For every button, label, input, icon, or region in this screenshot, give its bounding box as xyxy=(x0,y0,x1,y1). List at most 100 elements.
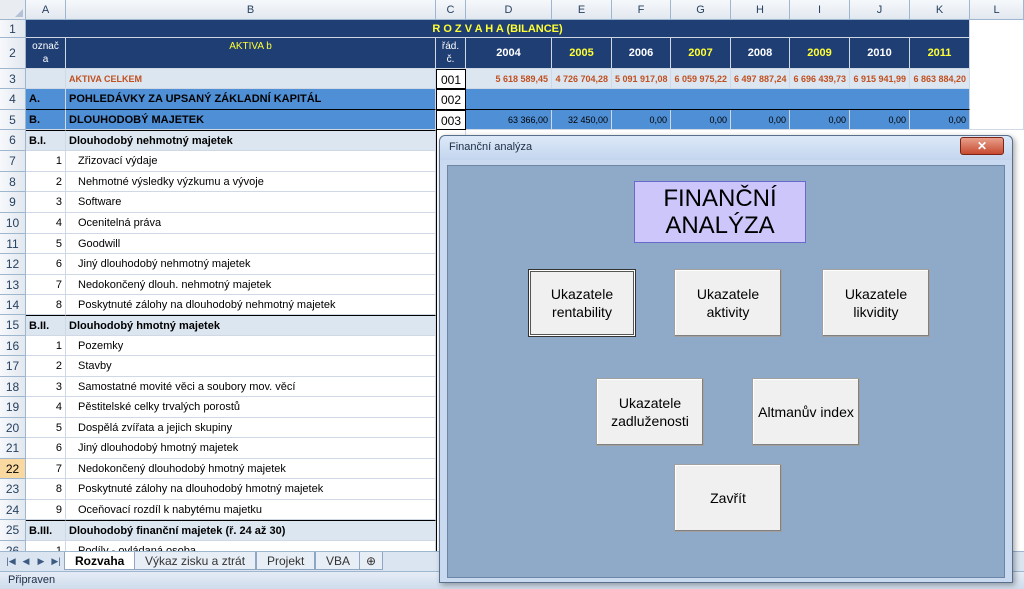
row-header-selected[interactable]: 22 xyxy=(0,459,26,479)
row-label[interactable]: Nehmotné výsledky výzkumu a vývoje xyxy=(66,172,436,192)
value-cell[interactable]: 0,00 xyxy=(612,110,671,130)
close-button[interactable]: Zavřít xyxy=(674,464,782,532)
sheet-tab-vba[interactable]: VBA xyxy=(315,552,362,570)
row-header[interactable]: 26 xyxy=(0,541,26,551)
column-header-i[interactable]: I xyxy=(790,0,850,20)
row-header[interactable]: 10 xyxy=(0,213,26,234)
column-header-l[interactable]: L xyxy=(970,0,1024,20)
row-number[interactable]: 3 xyxy=(26,192,66,213)
altman-index-button[interactable]: Altmanův index xyxy=(752,378,860,446)
row-number[interactable]: 5 xyxy=(26,234,66,254)
row-label[interactable]: Pozemky xyxy=(66,336,436,356)
row-code[interactable]: 001 xyxy=(436,69,466,89)
row-header[interactable]: 12 xyxy=(0,254,26,275)
row-header[interactable]: 24 xyxy=(0,500,26,520)
row-header[interactable]: 9 xyxy=(0,192,26,213)
value-cell[interactable]: 32 450,00 xyxy=(552,110,612,130)
column-header-c[interactable]: C xyxy=(436,0,466,20)
prev-sheet-icon[interactable]: ◀ xyxy=(19,555,33,568)
select-all-corner[interactable] xyxy=(0,0,26,20)
first-sheet-icon[interactable]: |◀ xyxy=(4,555,18,568)
value-cell[interactable]: 0,00 xyxy=(731,110,790,130)
row-number[interactable]: 2 xyxy=(26,356,66,377)
row-label[interactable]: Ocenitelná práva xyxy=(66,213,436,234)
column-header-a[interactable]: A xyxy=(26,0,66,20)
value-cell[interactable]: 5 618 589,45 xyxy=(466,69,552,89)
sheet-title[interactable]: R O Z V A H A (BILANCE) xyxy=(26,20,970,38)
row-label[interactable]: Podíly - ovládaná osoba xyxy=(66,541,436,551)
liquidity-button[interactable]: Ukazatele likvidity xyxy=(822,269,930,337)
row-number[interactable]: 7 xyxy=(26,275,66,295)
cell[interactable] xyxy=(26,69,66,89)
row-mark[interactable]: B.II. xyxy=(26,315,66,336)
sheet-tab-projekt[interactable]: Projekt xyxy=(256,552,316,570)
row-header[interactable]: 2 xyxy=(0,38,26,69)
header-year[interactable]: 2011 xyxy=(910,38,970,69)
row-header[interactable]: 20 xyxy=(0,418,26,438)
row-number[interactable]: 5 xyxy=(26,418,66,438)
value-cell[interactable]: 63 366,00 xyxy=(466,110,552,130)
debt-ratio-button[interactable]: Ukazatele zadluženosti xyxy=(596,378,704,446)
row-header[interactable]: 6 xyxy=(0,130,26,151)
row-number[interactable]: 1 xyxy=(26,541,66,551)
row-mark[interactable]: B. xyxy=(26,110,66,130)
rentability-button[interactable]: Ukazatele rentability xyxy=(528,269,636,337)
value-cell[interactable]: 0,00 xyxy=(671,110,731,130)
row-label[interactable]: Samostatné movité věci a soubory mov. vě… xyxy=(66,377,436,397)
dialog-titlebar[interactable]: Finanční analýza ✕ xyxy=(440,136,1012,160)
value-cells[interactable] xyxy=(466,89,970,110)
row-code[interactable]: 003 xyxy=(436,110,466,130)
row-label[interactable]: Stavby xyxy=(66,356,436,377)
value-cell[interactable]: 6 696 439,73 xyxy=(790,69,850,89)
row-label[interactable]: Dlouhodobý hmotný majetek xyxy=(66,315,436,336)
value-cell[interactable]: 0,00 xyxy=(790,110,850,130)
row-mark[interactable]: B.III. xyxy=(26,520,66,541)
column-header-k[interactable]: K xyxy=(910,0,970,20)
row-label[interactable]: Poskytnuté zálohy na dlouhodobý nehmotný… xyxy=(66,295,436,315)
activity-button[interactable]: Ukazatele aktivity xyxy=(674,269,782,337)
row-number[interactable]: 7 xyxy=(26,459,66,479)
row-label[interactable]: Jiný dlouhodobý hmotný majetek xyxy=(66,438,436,459)
header-radek[interactable]: řád. č. xyxy=(436,38,466,69)
row-header[interactable]: 11 xyxy=(0,234,26,254)
row-number[interactable]: 9 xyxy=(26,500,66,520)
header-year[interactable]: 2004 xyxy=(466,38,552,69)
header-year[interactable]: 2010 xyxy=(850,38,910,69)
row-label[interactable]: Dlouhodobý finanční majetek (ř. 24 až 30… xyxy=(66,520,436,541)
value-cell[interactable]: 6 915 941,99 xyxy=(850,69,910,89)
column-header-e[interactable]: E xyxy=(552,0,612,20)
row-number[interactable]: 8 xyxy=(26,295,66,315)
row-number[interactable]: 1 xyxy=(26,151,66,172)
column-header-j[interactable]: J xyxy=(850,0,910,20)
row-label[interactable]: Jiný dlouhodobý nehmotný majetek xyxy=(66,254,436,275)
row-label[interactable]: Nedokončený dlouhodobý hmotný majetek xyxy=(66,459,436,479)
row-header[interactable]: 21 xyxy=(0,438,26,459)
row-number[interactable]: 3 xyxy=(26,377,66,397)
header-year[interactable]: 2007 xyxy=(671,38,731,69)
header-aktiva[interactable]: AKTIVA b xyxy=(66,38,436,69)
row-label[interactable]: Goodwill xyxy=(66,234,436,254)
column-header-b[interactable]: B xyxy=(66,0,436,20)
header-year[interactable]: 2005 xyxy=(552,38,612,69)
sheet-tab-rozvaha[interactable]: Rozvaha xyxy=(64,552,136,570)
row-header[interactable]: 13 xyxy=(0,275,26,295)
row-header[interactable]: 23 xyxy=(0,479,26,500)
close-icon[interactable]: ✕ xyxy=(960,137,1004,155)
row-header[interactable]: 15 xyxy=(0,315,26,336)
column-header-d[interactable]: D xyxy=(466,0,552,20)
row-number[interactable]: 6 xyxy=(26,438,66,459)
row-header[interactable]: 7 xyxy=(0,151,26,172)
row-code[interactable]: 002 xyxy=(436,89,466,110)
row-label[interactable]: Pěstitelské celky trvalých porostů xyxy=(66,397,436,418)
row-header[interactable]: 18 xyxy=(0,377,26,397)
row-number[interactable]: 2 xyxy=(26,172,66,192)
value-cell[interactable]: 6 497 887,24 xyxy=(731,69,790,89)
row-header[interactable]: 5 xyxy=(0,110,26,130)
value-cell[interactable]: 4 726 704,28 xyxy=(552,69,612,89)
row-number[interactable]: 6 xyxy=(26,254,66,275)
row-header[interactable]: 17 xyxy=(0,356,26,377)
row-label[interactable]: Nedokončený dlouh. nehmotný majetek xyxy=(66,275,436,295)
row-number[interactable]: 4 xyxy=(26,213,66,234)
row-header[interactable]: 3 xyxy=(0,69,26,89)
value-cell[interactable]: 6 059 975,22 xyxy=(671,69,731,89)
